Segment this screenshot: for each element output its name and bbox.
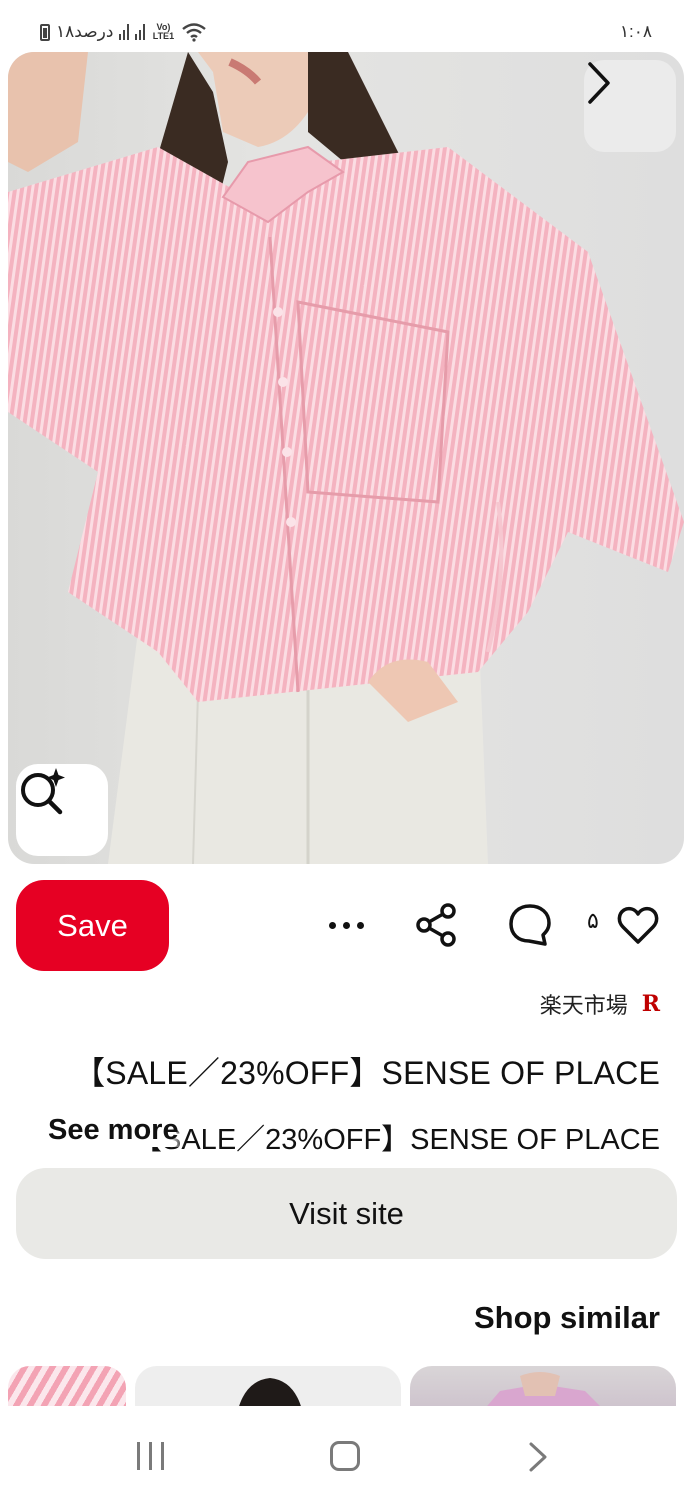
recent-apps-button[interactable] — [137, 1442, 164, 1470]
heart-icon[interactable] — [614, 900, 662, 950]
signal-icon — [119, 24, 130, 40]
chevron-right-icon — [588, 62, 610, 104]
visit-site-button[interactable]: Visit site — [16, 1168, 677, 1259]
shirt-photo — [8, 52, 684, 864]
volte-icon: Vo) LTE1 — [152, 22, 175, 41]
back-button[interactable] — [525, 1440, 551, 1474]
pin-image[interactable] — [8, 52, 684, 864]
recent-apps-icon — [137, 1442, 140, 1470]
system-nav-bar — [0, 1406, 692, 1500]
more-icon — [328, 921, 336, 929]
status-bar: ۱۸درصد Vo) LTE1 ۱:۰۸ — [0, 0, 692, 50]
wifi-icon — [182, 23, 207, 42]
source-name: 楽天市場 — [539, 993, 628, 1018]
description-text: 【SALE／23%OFF】SENSE OF PLACE — [133, 1124, 660, 1156]
save-button[interactable]: Save — [16, 880, 169, 971]
battery-percent: ۱۸درصد — [56, 22, 114, 41]
share-icon[interactable] — [410, 900, 462, 950]
pin-source[interactable]: 楽天市場 R — [540, 988, 660, 1020]
signal-icon — [135, 24, 146, 40]
shop-similar-heading: Shop similar — [473, 1300, 660, 1335]
visual-search-button[interactable] — [16, 764, 108, 856]
next-image-button[interactable] — [584, 60, 676, 152]
more-options-button[interactable] — [318, 905, 374, 945]
status-icons: ۱۸درصد Vo) LTE1 — [40, 22, 207, 42]
comment-icon[interactable] — [505, 900, 555, 950]
rakuten-logo-icon: R — [641, 991, 660, 1017]
see-more-link[interactable]: See more — [48, 1114, 185, 1147]
clock: ۱:۰۸ — [619, 22, 652, 41]
battery-icon — [40, 23, 50, 41]
visual-search-icon — [21, 768, 65, 815]
pin-description: 【SALE／23%OFF】SENSE OF PLACE See more — [48, 1112, 660, 1156]
home-button[interactable] — [330, 1441, 360, 1471]
pin-title: 【SALE／23%OFF】SENSE OF PLACE — [73, 1055, 660, 1091]
reaction-count: ۵ — [587, 908, 599, 933]
